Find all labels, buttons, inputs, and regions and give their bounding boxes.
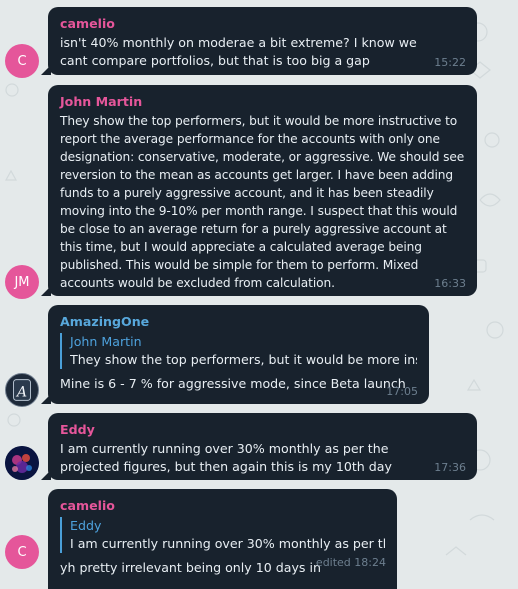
reply-text: I am currently running over 30% monthly … bbox=[70, 536, 385, 551]
message-text: Mine is 6 - 7 % for aggressive mode, sin… bbox=[60, 376, 406, 391]
bubble-tail bbox=[41, 65, 51, 75]
message-text: isn't 40% monthly on moderae a bit extre… bbox=[60, 35, 417, 68]
message-text: They show the top performers, but it wou… bbox=[60, 114, 465, 290]
sender-name[interactable]: camelio bbox=[60, 15, 465, 33]
avatar[interactable]: JM bbox=[5, 265, 39, 299]
message-time: 17:36 bbox=[434, 461, 466, 474]
reply-text: They show the top performers, but it wou… bbox=[70, 352, 417, 367]
bubble-tail bbox=[41, 394, 51, 404]
reply-sender-name: Eddy bbox=[70, 518, 102, 533]
bubble-tail bbox=[41, 470, 51, 480]
message-time: 16:33 bbox=[434, 277, 466, 290]
chat-message-list[interactable]: C camelio isn't 40% monthly on moderae a… bbox=[0, 0, 518, 589]
sender-name[interactable]: John Martin bbox=[60, 93, 465, 111]
message-text: I am currently running over 30% monthly … bbox=[60, 441, 392, 474]
amazingone-logo-icon: A bbox=[6, 374, 38, 406]
eddy-avatar-image-icon bbox=[5, 446, 39, 480]
svg-text:A: A bbox=[15, 385, 27, 401]
reply-sender-name: John Martin bbox=[70, 334, 142, 349]
message-time: edited 18:24 bbox=[315, 556, 386, 569]
message-bubble[interactable]: John Martin They show the top performers… bbox=[41, 85, 477, 296]
message-bubble[interactable]: AmazingOne John Martin They show the top… bbox=[41, 305, 429, 404]
sender-name[interactable]: camelio bbox=[60, 497, 385, 515]
message-bubble[interactable]: camelio Eddy I am currently running over… bbox=[48, 489, 397, 589]
avatar[interactable]: C bbox=[5, 44, 39, 78]
message-time: 15:22 bbox=[434, 56, 466, 69]
avatar[interactable] bbox=[5, 446, 39, 480]
sender-name[interactable]: Eddy bbox=[60, 421, 465, 439]
reply-quote[interactable]: John Martin They show the top performers… bbox=[60, 333, 417, 369]
avatar[interactable]: C bbox=[5, 535, 39, 569]
sender-name[interactable]: AmazingOne bbox=[60, 313, 417, 331]
reply-quote[interactable]: Eddy I am currently running over 30% mon… bbox=[60, 517, 385, 553]
message-bubble[interactable]: Eddy I am currently running over 30% mon… bbox=[41, 413, 477, 480]
message-bubble[interactable]: camelio isn't 40% monthly on moderae a b… bbox=[41, 7, 477, 75]
message-time: 17:05 bbox=[386, 385, 418, 398]
avatar[interactable]: A bbox=[5, 373, 39, 407]
bubble-tail bbox=[41, 286, 51, 296]
